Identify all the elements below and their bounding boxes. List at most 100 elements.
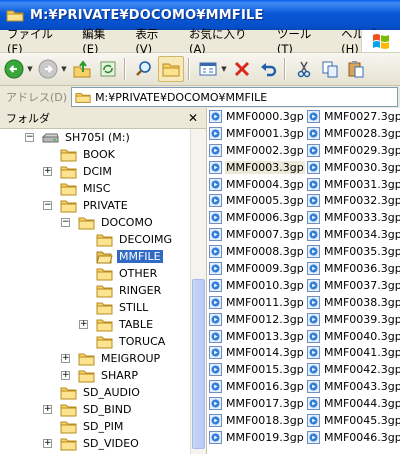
expand-icon[interactable]: + <box>43 405 52 414</box>
forward-icon[interactable] <box>36 57 60 81</box>
file-item[interactable]: MMF0011.3gp <box>209 294 305 311</box>
collapse-icon[interactable]: − <box>61 218 70 227</box>
tree-item[interactable]: − PRIVATE <box>43 197 130 214</box>
file-item[interactable]: MMF0003.3gp <box>209 159 305 176</box>
file-item[interactable]: MMF0017.3gp <box>209 395 305 412</box>
folder-pane-header: フォルダ ✕ <box>0 108 206 129</box>
tree-item[interactable]: + SD_BIND <box>43 401 133 418</box>
tree-item[interactable]: TORUCA <box>96 333 167 350</box>
file-item[interactable]: MMF0042.3gp <box>307 361 400 378</box>
file-item[interactable]: MMF0036.3gp <box>307 260 400 277</box>
views-icon[interactable] <box>196 57 220 81</box>
video-file-icon <box>307 261 320 275</box>
file-item[interactable]: MMF0028.3gp <box>307 125 400 142</box>
close-icon[interactable]: ✕ <box>186 111 200 125</box>
file-item[interactable]: MMF0038.3gp <box>307 294 400 311</box>
up-folder-icon[interactable] <box>70 57 94 81</box>
collapse-icon[interactable]: − <box>25 133 34 142</box>
file-item[interactable]: MMF0041.3gp <box>307 344 400 361</box>
file-item[interactable]: MMF0008.3gp <box>209 243 305 260</box>
file-item[interactable]: MMF0015.3gp <box>209 361 305 378</box>
delete-icon[interactable] <box>230 57 254 81</box>
file-item[interactable]: MMF0043.3gp <box>307 378 400 395</box>
tree-item[interactable]: RINGER <box>96 282 163 299</box>
file-name: MMF0040.3gp <box>324 329 400 343</box>
tree-item[interactable]: − SH705I (M:) <box>25 129 132 146</box>
file-item[interactable]: MMF0019.3gp <box>209 429 305 446</box>
file-item[interactable]: MMF0004.3gp <box>209 176 305 193</box>
collapse-icon[interactable]: − <box>43 201 52 210</box>
address-input[interactable]: M:¥PRIVATE¥DOCOMO¥MMFILE <box>71 87 398 107</box>
tree-item[interactable]: + MEIGROUP <box>61 350 162 367</box>
forward-dropdown-icon[interactable]: ▼ <box>60 65 68 73</box>
file-item[interactable]: MMF0005.3gp <box>209 192 305 209</box>
tree-item[interactable]: OTHER <box>96 265 159 282</box>
expand-icon[interactable]: + <box>61 371 70 380</box>
tree-item[interactable]: − DOCOMO <box>61 214 155 231</box>
scrollbar-thumb[interactable] <box>192 279 205 449</box>
file-item[interactable]: MMF0018.3gp <box>209 412 305 429</box>
views-dropdown-icon[interactable]: ▼ <box>220 65 228 73</box>
file-item[interactable]: MMF0032.3gp <box>307 192 400 209</box>
file-item[interactable]: MMF0006.3gp <box>209 209 305 226</box>
tree-item[interactable]: STILL <box>96 299 150 316</box>
copy-icon[interactable] <box>318 57 342 81</box>
tree-item[interactable]: + TABLE <box>79 316 155 333</box>
menu-tools[interactable]: ツール(T) <box>270 26 334 56</box>
file-item[interactable]: MMF0027.3gp <box>307 108 400 125</box>
folder-pane-scrollbar[interactable] <box>190 129 206 454</box>
undo-icon[interactable] <box>256 57 280 81</box>
expand-icon[interactable]: + <box>79 320 88 329</box>
menu-favorites[interactable]: お気に入り(A) <box>182 26 270 56</box>
file-item[interactable]: MMF0010.3gp <box>209 277 305 294</box>
expand-icon[interactable]: + <box>43 439 52 448</box>
back-dropdown-icon[interactable]: ▼ <box>26 65 34 73</box>
tree-item[interactable]: MISC <box>60 180 112 197</box>
file-item[interactable]: MMF0031.3gp <box>307 176 400 193</box>
tree-item[interactable]: MMFILE <box>96 248 163 265</box>
folders-icon[interactable] <box>158 56 184 82</box>
menu-edit[interactable]: 編集(E) <box>75 26 128 56</box>
tree-item[interactable]: + SD_VIDEO <box>43 435 141 452</box>
tree-item[interactable]: SD_PIM <box>60 418 125 435</box>
tree-item-label: PRIVATE <box>83 199 128 212</box>
file-item[interactable]: MMF0014.3gp <box>209 344 305 361</box>
file-item[interactable]: MMF0000.3gp <box>209 108 305 125</box>
tree-item[interactable]: + SHARP <box>61 367 140 384</box>
menu-file[interactable]: ファイル(F) <box>0 26 75 56</box>
tree-item[interactable]: + DCIM <box>43 163 114 180</box>
file-item[interactable]: MMF0039.3gp <box>307 311 400 328</box>
file-item[interactable]: MMF0030.3gp <box>307 159 400 176</box>
file-item[interactable]: MMF0016.3gp <box>209 378 305 395</box>
tree-item[interactable]: BOOK <box>60 146 117 163</box>
paste-icon[interactable] <box>344 57 368 81</box>
file-item[interactable]: MMF0002.3gp <box>209 142 305 159</box>
tree-item-label: MISC <box>83 182 111 195</box>
file-item[interactable]: MMF0040.3gp <box>307 328 400 345</box>
search-icon[interactable] <box>132 57 156 81</box>
expand-icon[interactable]: + <box>43 167 52 176</box>
file-item[interactable]: MMF0033.3gp <box>307 209 400 226</box>
back-icon[interactable] <box>2 57 26 81</box>
sync-icon[interactable] <box>96 57 120 81</box>
file-item[interactable]: MMF0013.3gp <box>209 328 305 345</box>
tree-item[interactable]: DECOIMG <box>96 231 174 248</box>
file-item[interactable]: MMF0001.3gp <box>209 125 305 142</box>
file-item[interactable]: MMF0045.3gp <box>307 412 400 429</box>
file-item[interactable]: MMF0007.3gp <box>209 226 305 243</box>
video-file-icon <box>307 312 320 326</box>
file-item[interactable]: MMF0046.3gp <box>307 429 400 446</box>
menu-view[interactable]: 表示(V) <box>128 26 182 56</box>
tree-item[interactable]: SD_AUDIO <box>60 384 142 401</box>
file-item[interactable]: MMF0009.3gp <box>209 260 305 277</box>
file-item[interactable]: MMF0044.3gp <box>307 395 400 412</box>
file-item[interactable]: MMF0012.3gp <box>209 311 305 328</box>
file-name: MMF0008.3gp <box>226 245 304 259</box>
address-bar: アドレス(D) M:¥PRIVATE¥DOCOMO¥MMFILE <box>0 86 400 109</box>
file-item[interactable]: MMF0035.3gp <box>307 243 400 260</box>
file-item[interactable]: MMF0037.3gp <box>307 277 400 294</box>
file-item[interactable]: MMF0034.3gp <box>307 226 400 243</box>
cut-icon[interactable] <box>292 57 316 81</box>
expand-icon[interactable]: + <box>61 354 70 363</box>
file-item[interactable]: MMF0029.3gp <box>307 142 400 159</box>
